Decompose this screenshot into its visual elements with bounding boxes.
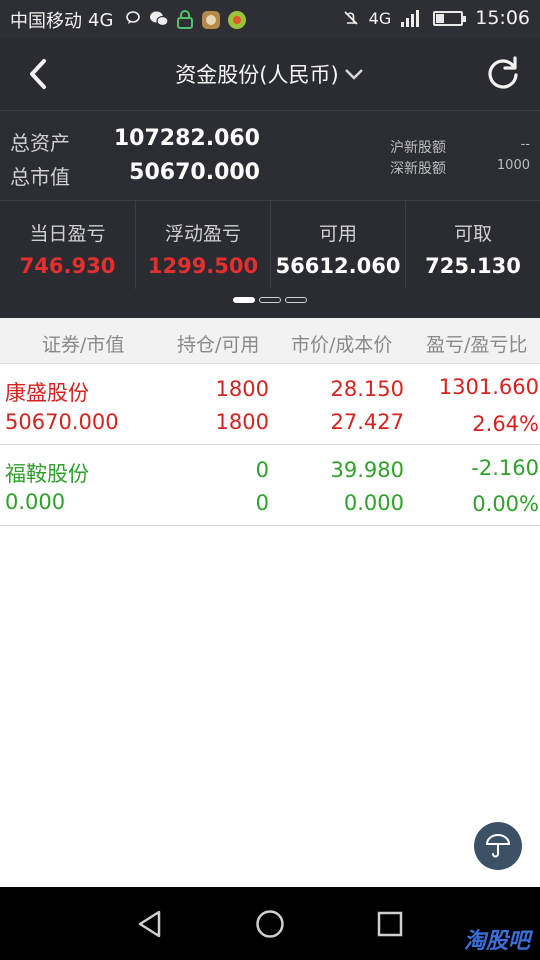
status-bar: 中国移动 4G 4G 15:06 (0, 0, 540, 38)
back-triangle-icon[interactable] (133, 907, 167, 941)
right-network-type: 4G (368, 8, 392, 28)
metric-label: 浮动盈亏 (164, 223, 241, 245)
page-indicator[interactable] (0, 297, 540, 303)
metric-label: 当日盈亏 (29, 223, 106, 245)
status-bar-right: 4G 15:06 (333, 7, 530, 29)
security-name: 福鞍股份 (5, 462, 89, 486)
sz-new-quota-label: 深新股额 (390, 161, 446, 177)
available-qty: 1800 (215, 410, 269, 434)
page-title: 资金股份(人民币) (175, 63, 339, 87)
chevron-down-icon (344, 69, 363, 80)
metric-available: 可用 56612.060 (270, 201, 405, 289)
umbrella-icon (485, 834, 511, 858)
metric-value: 1299.500 (147, 254, 259, 278)
available-qty: 0 (255, 491, 269, 515)
table-row[interactable]: 康盛股份 50670.000 1800 1800 28.150 27.427 1… (0, 365, 540, 445)
signal-icon (399, 8, 423, 28)
recents-square-icon[interactable] (373, 907, 407, 941)
status-time: 15:06 (475, 7, 530, 29)
market-price: 28.150 (330, 377, 404, 401)
pnl-amount: -2.160 (471, 456, 539, 480)
metric-value: 725.130 (425, 254, 521, 278)
page-dot[interactable] (259, 297, 281, 303)
account-selector[interactable]: 资金股份(人民币) (0, 38, 540, 110)
column-header-price: 市价/成本价 (291, 334, 393, 356)
watermark-logo: 淘股吧 (463, 929, 530, 954)
cost-price: 27.427 (330, 410, 404, 434)
asset-summary: 总资产 107282.060 总市值 50670.000 沪新股额 -- 深新股… (0, 110, 540, 200)
mute-icon (341, 8, 361, 28)
metric-value: 746.930 (19, 254, 116, 278)
column-header-pnl: 盈亏/盈亏比 (426, 334, 528, 356)
position-qty: 0 (255, 458, 269, 482)
metric-value: 56612.060 (275, 254, 401, 278)
navigation-bar: 淘股吧 (0, 887, 540, 960)
page-dot[interactable] (233, 297, 255, 303)
pnl-ratio: 0.00% (472, 492, 539, 516)
column-header-position: 持仓/可用 (177, 334, 260, 356)
security-name: 康盛股份 (5, 381, 89, 405)
security-market-value: 50670.000 (5, 410, 119, 434)
metric-daily-pnl: 当日盈亏 746.930 (0, 201, 135, 289)
refresh-icon[interactable] (484, 54, 522, 92)
umbrella-button[interactable] (474, 822, 522, 870)
sh-new-quota-label: 沪新股额 (390, 140, 446, 156)
security-market-value: 0.000 (5, 490, 66, 514)
position-qty: 1800 (215, 377, 269, 401)
carrier-name: 中国移动 (10, 11, 82, 32)
network-type: 4G (88, 9, 114, 31)
status-bar-left: 中国移动 4G (10, 7, 247, 33)
market-value-label: 总市值 (10, 165, 70, 189)
lock-app-icon (175, 10, 195, 30)
column-header-security: 证券/市值 (42, 334, 125, 356)
pnl-ratio: 2.64% (472, 412, 539, 436)
chat-bubble-icon (123, 10, 143, 30)
title-bar: 资金股份(人民币) (0, 38, 540, 110)
total-assets-label: 总资产 (10, 131, 70, 155)
metrics-panel[interactable]: 当日盈亏 746.930 浮动盈亏 1299.500 可用 56612.060 … (0, 200, 540, 318)
page-dot[interactable] (285, 297, 307, 303)
metric-label: 可用 (318, 223, 357, 245)
home-circle-icon[interactable] (253, 907, 287, 941)
app-icon (227, 10, 247, 30)
metric-label: 可取 (453, 223, 492, 245)
metric-floating-pnl: 浮动盈亏 1299.500 (135, 201, 270, 289)
sz-new-quota-value: 1000 (496, 158, 530, 173)
market-price: 39.980 (330, 458, 404, 482)
metric-withdrawable: 可取 725.130 (405, 201, 540, 289)
cost-price: 0.000 (343, 491, 404, 515)
holdings-table-header: 证券/市值 持仓/可用 市价/成本价 盈亏/盈亏比 (0, 318, 540, 364)
table-row[interactable]: 福鞍股份 0.000 0 0 39.980 0.000 -2.160 0.00% (0, 446, 540, 526)
total-assets-value: 107282.060 (113, 126, 260, 151)
game-app-icon (201, 10, 221, 30)
wechat-icon (149, 10, 170, 30)
market-value-value: 50670.000 (129, 160, 260, 185)
battery-icon (433, 10, 467, 26)
sh-new-quota-value: -- (520, 137, 530, 152)
pnl-amount: 1301.660 (438, 375, 539, 399)
